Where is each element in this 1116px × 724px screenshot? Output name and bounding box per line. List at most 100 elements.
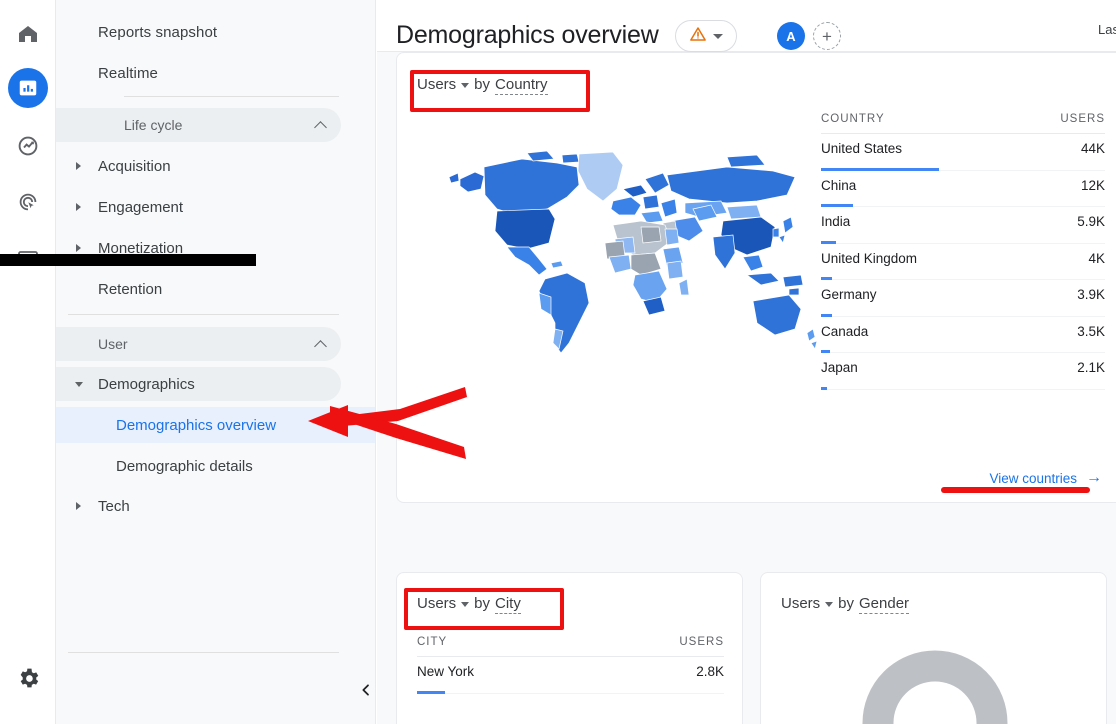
table-row[interactable]: Germany 3.9K bbox=[821, 280, 1105, 317]
chevron-up-icon bbox=[315, 119, 327, 131]
table-row[interactable]: Canada 3.5K bbox=[821, 317, 1105, 354]
ga4-demographics-overview-screen: Reports snapshot Realtime Life cycle Acq… bbox=[0, 0, 1116, 724]
column-header-country: COUNTRY bbox=[821, 113, 885, 125]
sidebar-item-label: Engagement bbox=[98, 199, 183, 216]
main-content: Demographics overview A + Las Users by C… bbox=[377, 0, 1116, 724]
plus-icon[interactable]: + bbox=[813, 22, 841, 50]
table-row[interactable]: United Kingdom 4K bbox=[821, 244, 1105, 281]
reports-icon[interactable] bbox=[8, 68, 48, 108]
sidebar-section-user[interactable]: User bbox=[56, 327, 341, 361]
sidebar-collapse-button[interactable] bbox=[352, 676, 380, 704]
date-range-label[interactable]: Las bbox=[1098, 22, 1116, 37]
world-choropleth-map[interactable] bbox=[427, 97, 817, 377]
users-by-country-card: Users by Country bbox=[396, 52, 1116, 503]
country-table-body: United States44KChina12KIndia5.9KUnited … bbox=[821, 134, 1105, 390]
metric-label: Users bbox=[781, 595, 820, 612]
sidebar-item-label: Reports snapshot bbox=[98, 24, 217, 41]
home-icon[interactable] bbox=[4, 12, 52, 56]
row-label: Germany bbox=[821, 287, 877, 302]
dimension-label[interactable]: Country bbox=[495, 76, 548, 95]
row-label: Japan bbox=[821, 360, 858, 375]
metric-label: Users bbox=[417, 76, 456, 93]
table-row[interactable]: New York 2.8K bbox=[417, 657, 724, 694]
users-by-gender-card: Users by Gender bbox=[760, 572, 1107, 724]
metric-label: Users bbox=[417, 595, 456, 612]
table-row[interactable]: United States 44K bbox=[821, 134, 1105, 171]
by-label: by bbox=[838, 595, 854, 612]
users-by-city-selector[interactable]: Users by City bbox=[417, 595, 521, 614]
chevron-down-icon[interactable] bbox=[461, 602, 469, 607]
sidebar-item-retention[interactable]: Retention bbox=[56, 272, 341, 306]
explore-icon[interactable] bbox=[4, 124, 52, 168]
sidebar-item-tech[interactable]: Tech bbox=[56, 489, 341, 523]
sidebar-item-demographics[interactable]: Demographics bbox=[56, 367, 341, 401]
column-header-city: CITY bbox=[417, 636, 447, 648]
users-by-country-selector[interactable]: Users by Country bbox=[417, 76, 548, 95]
advertising-icon[interactable] bbox=[4, 180, 52, 224]
by-label: by bbox=[474, 76, 490, 93]
page-title: Demographics overview bbox=[396, 21, 659, 50]
row-value: 2.8K bbox=[696, 664, 724, 679]
sidebar-item-reports-snapshot[interactable]: Reports snapshot bbox=[68, 14, 363, 50]
gear-icon[interactable] bbox=[4, 656, 52, 700]
annotation-underline-view-countries bbox=[941, 487, 1090, 493]
row-value: 5.9K bbox=[1077, 214, 1105, 229]
country-table: COUNTRY USERS United States 44K China 12K In… bbox=[821, 113, 1105, 390]
view-countries-label: View countries bbox=[989, 471, 1077, 486]
row-bar bbox=[417, 691, 445, 694]
row-value: 4K bbox=[1088, 251, 1105, 266]
sidebar-item-acquisition[interactable]: Acquisition bbox=[56, 149, 341, 183]
users-by-gender-selector[interactable]: Users by Gender bbox=[781, 595, 909, 614]
row-value: 3.9K bbox=[1077, 287, 1105, 302]
row-bar bbox=[821, 387, 827, 390]
table-row[interactable]: India5.9K bbox=[821, 207, 1105, 244]
caret-right-icon bbox=[76, 162, 81, 170]
sidebar-item-realtime[interactable]: Realtime bbox=[68, 55, 363, 91]
sidebar-item-label: Demographics overview bbox=[116, 417, 276, 434]
red-arrow-annotation bbox=[300, 375, 470, 465]
report-canvas: Users by Country bbox=[377, 52, 1116, 724]
row-label: New York bbox=[417, 664, 474, 679]
sidebar-divider-1 bbox=[124, 96, 339, 97]
row-label: China bbox=[821, 178, 856, 193]
chevron-up-icon bbox=[315, 338, 327, 350]
city-table-body: New York 2.8K bbox=[417, 657, 724, 694]
column-header-users: USERS bbox=[1060, 113, 1105, 125]
arrow-right-icon: → bbox=[1086, 470, 1102, 486]
caret-right-icon bbox=[76, 203, 81, 211]
users-by-city-card: Users by City CITY USERS New York2.8K bbox=[396, 572, 743, 724]
chevron-down-icon[interactable] bbox=[825, 602, 833, 607]
row-value: 3.5K bbox=[1077, 324, 1105, 339]
dimension-label[interactable]: Gender bbox=[859, 595, 909, 614]
sidebar-item-engagement[interactable]: Engagement bbox=[56, 190, 341, 224]
sidebar-item-label: Demographic details bbox=[116, 458, 253, 475]
row-value: 12K bbox=[1081, 178, 1105, 193]
insights-chip[interactable] bbox=[675, 20, 737, 52]
chevron-down-icon bbox=[713, 34, 723, 39]
row-label: Canada bbox=[821, 324, 868, 339]
sidebar-item-label: Retention bbox=[98, 281, 162, 298]
redaction-bar bbox=[0, 254, 256, 266]
row-value: 2.1K bbox=[1077, 360, 1105, 375]
table-header-row: COUNTRY USERS bbox=[821, 113, 1105, 134]
row-value: 44K bbox=[1081, 141, 1105, 156]
caret-down-icon bbox=[75, 382, 83, 387]
row-label: United States bbox=[821, 141, 902, 156]
city-table: CITY USERS New York2.8K bbox=[417, 636, 724, 694]
by-label: by bbox=[474, 595, 490, 612]
sidebar-section-label: User bbox=[98, 336, 128, 352]
icon-rail bbox=[0, 0, 56, 724]
table-row[interactable]: China 12K bbox=[821, 171, 1105, 208]
sidebar-section-life-cycle[interactable]: Life cycle bbox=[56, 108, 341, 142]
row-label: United Kingdom bbox=[821, 251, 917, 266]
dimension-label[interactable]: City bbox=[495, 595, 521, 614]
donut-chart[interactable] bbox=[861, 649, 1009, 724]
sidebar-item-label: Tech bbox=[98, 498, 130, 515]
warning-triangle-icon bbox=[689, 25, 707, 48]
view-countries-link[interactable]: View countries → bbox=[989, 470, 1102, 486]
report-navigation-sidebar: Reports snapshot Realtime Life cycle Acq… bbox=[56, 0, 376, 724]
avatar[interactable]: A bbox=[777, 22, 805, 50]
table-row[interactable]: Japan 2.1K bbox=[821, 353, 1105, 390]
sidebar-item-label: Demographics bbox=[98, 376, 195, 393]
chevron-down-icon[interactable] bbox=[461, 83, 469, 88]
